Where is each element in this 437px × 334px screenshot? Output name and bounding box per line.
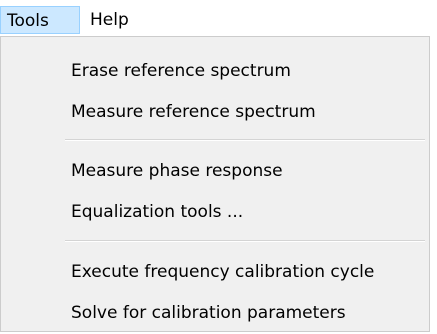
menu-item-execute-frequency-calibration-cycle[interactable]: Execute frequency calibration cycle [71,257,374,287]
menu-item-measure-reference-spectrum[interactable]: Measure reference spectrum [71,97,316,127]
menu-bar: Tools Help [0,0,437,38]
menu-separator [65,240,425,242]
menu-item-measure-phase-response[interactable]: Measure phase response [71,156,283,186]
menu-item-solve-for-calibration-parameters[interactable]: Solve for calibration parameters [71,298,346,328]
menu-tools[interactable]: Tools [0,6,80,34]
tools-dropdown-menu: Erase reference spectrum Measure referen… [0,36,430,332]
menu-item-erase-reference-spectrum[interactable]: Erase reference spectrum [71,56,291,86]
menu-item-equalization-tools[interactable]: Equalization tools ... [71,197,243,227]
menu-separator [65,139,425,141]
menu-help[interactable]: Help [90,6,150,34]
